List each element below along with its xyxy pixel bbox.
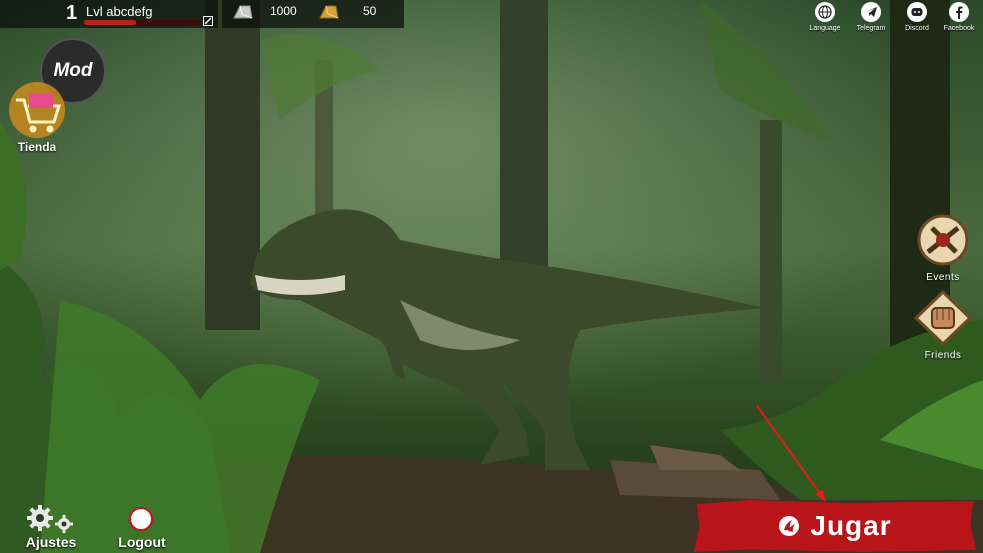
play-button[interactable]: Jugar — [694, 500, 976, 552]
friends-fist-icon — [913, 290, 973, 347]
level-number: 1 — [66, 2, 78, 24]
logout-label: Logout — [118, 534, 166, 550]
facebook-button[interactable]: Facebook — [939, 2, 979, 36]
facebook-label: Facebook — [943, 25, 975, 32]
profile-bar[interactable]: 1 Lvl abcdefg — [0, 0, 218, 28]
username: abcdefg — [106, 4, 153, 19]
settings-button[interactable]: Ajustes — [18, 504, 84, 552]
telegram-button[interactable]: Telegram — [851, 2, 891, 36]
friends-label: Friends — [924, 350, 962, 361]
telegram-label: Telegram — [856, 25, 886, 32]
telegram-icon — [865, 7, 877, 17]
events-label: Events — [926, 272, 960, 283]
gold-ingot-icon — [319, 5, 339, 19]
globe-icon — [818, 5, 832, 19]
xp-fill — [84, 20, 137, 25]
gold-amount: 50 — [363, 4, 377, 18]
power-icon — [129, 507, 153, 531]
jungle-scene — [0, 0, 983, 553]
logout-button[interactable]: Logout — [112, 506, 172, 552]
level-prefix: Lvl — [86, 4, 103, 19]
discord-label: Discord — [905, 25, 929, 32]
friends-button[interactable]: Friends — [912, 290, 974, 361]
shop-button[interactable]: Tienda — [4, 80, 70, 156]
discord-button[interactable]: Discord — [897, 2, 937, 36]
language-button[interactable]: Language — [805, 2, 845, 36]
shop-label: Tienda — [17, 140, 57, 154]
facebook-icon — [956, 6, 963, 19]
settings-label: Ajustes — [25, 534, 77, 550]
currency-bar: 1000 50 — [222, 0, 404, 28]
shopping-cart-icon — [9, 82, 65, 138]
silver-amount: 1000 — [270, 4, 297, 18]
xp-bar — [84, 20, 200, 25]
silver-ingot-icon — [233, 5, 253, 19]
level-username: Lvl abcdefg — [86, 4, 153, 19]
dino-claw-icon — [779, 516, 800, 536]
discord-icon — [911, 8, 923, 16]
play-label: Jugar — [810, 510, 892, 541]
language-label: Language — [809, 25, 841, 32]
events-button[interactable]: Events — [912, 212, 974, 283]
events-crest-icon — [917, 214, 969, 266]
edit-icon[interactable] — [203, 16, 213, 26]
gear-icon — [27, 505, 73, 533]
